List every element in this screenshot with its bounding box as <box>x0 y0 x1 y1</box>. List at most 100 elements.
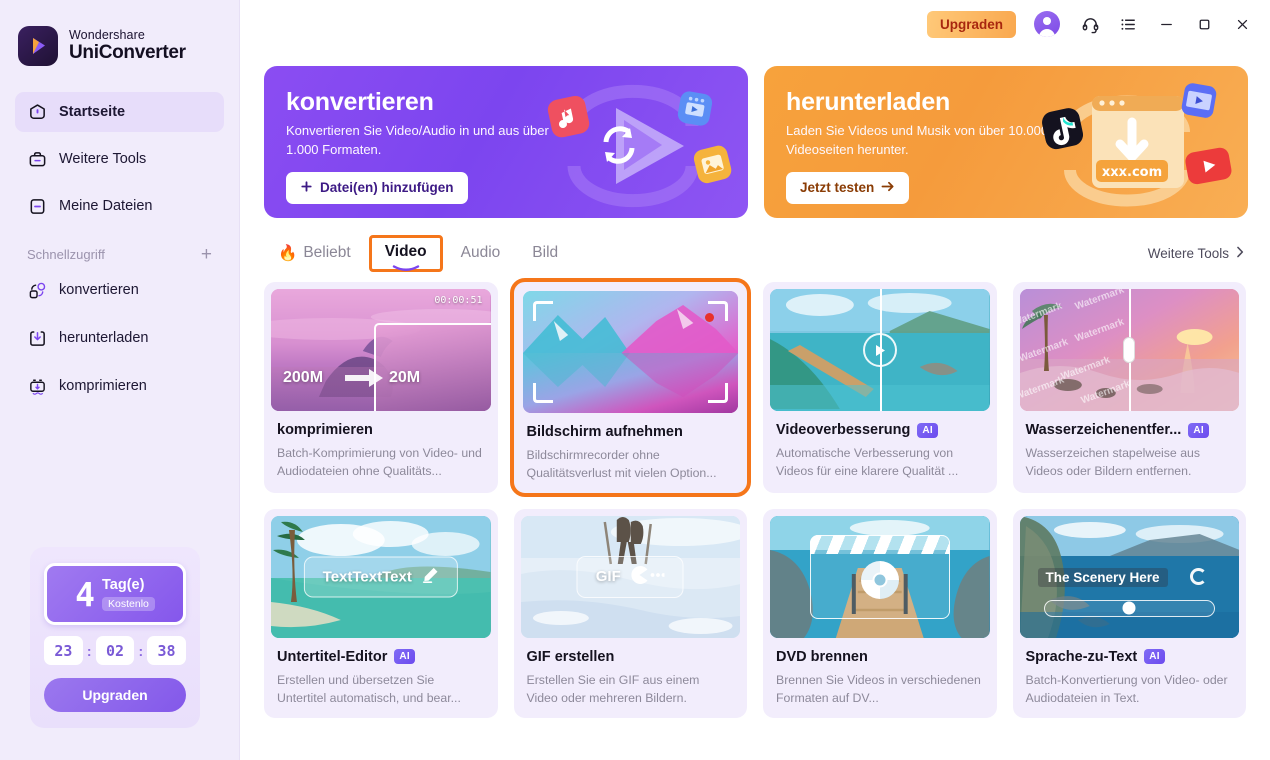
card-description: Batch-Konvertierung von Video- oder Audi… <box>1025 672 1228 706</box>
trial-countdown: 23 : 02 : 38 <box>44 636 187 665</box>
main-content: Upgraden konvertieren Konvertieren Sie V… <box>240 0 1270 760</box>
quick-item-herunterladen[interactable]: herunterladen <box>15 318 224 358</box>
card-description: Brennen Sie Videos in verschiedenen Form… <box>776 672 981 706</box>
card-thumbnail: GIF <box>520 515 740 638</box>
banner-illustration: xxx.com <box>1034 74 1234 214</box>
tool-card-sprache-zu-text[interactable]: The Scenery Here Sprache-zu-Text AI Batc… <box>1012 508 1246 718</box>
card-thumbnail: TextTextText <box>271 515 491 638</box>
add-files-button[interactable]: Datei(en) hinzufügen <box>286 171 468 204</box>
trial-free-badge: Kostenlo <box>102 597 155 611</box>
record-dot-icon <box>705 313 714 322</box>
quick-item-label: komprimieren <box>59 378 147 394</box>
record-corner-bl <box>532 383 553 403</box>
tool-card-bildschirm-aufnehmen[interactable]: Bildschirm aufnehmen Bildschirmrecorder … <box>509 278 751 497</box>
sidebar-item-label: Startseite <box>59 104 126 120</box>
banner-herunterladen[interactable]: herunterladen Laden Sie Videos und Musik… <box>764 66 1248 218</box>
more-tools-label: Weitere Tools <box>1147 245 1229 261</box>
arrow-right-icon <box>881 180 895 196</box>
tab-video[interactable]: Video <box>368 234 443 272</box>
trial-days-number: 4 <box>75 574 95 614</box>
card-title-label: Bildschirm aufnehmen <box>526 424 683 440</box>
titlebar: Upgraden <box>240 0 1270 48</box>
banner-desc: Laden Sie Videos und Musik von über 10.0… <box>786 123 1049 157</box>
progress-slider[interactable] <box>1043 599 1215 617</box>
sidebar-item-startseite[interactable]: Startseite <box>15 92 224 132</box>
card-description: Erstellen und übersetzen Sie Untertitel … <box>277 672 461 706</box>
sidebar-upgrade-button[interactable]: Upgraden <box>44 678 186 712</box>
tool-card-untertitel-editor[interactable]: TextTextText Untertitel-Editor AI Erstel… <box>264 508 498 718</box>
close-icon[interactable] <box>1226 8 1258 40</box>
sidebar-item-weitere-tools[interactable]: Weitere Tools <box>15 139 224 179</box>
sidebar-item-label: Meine Dateien <box>59 198 153 214</box>
maximize-icon[interactable] <box>1188 8 1220 40</box>
play-logo-icon <box>18 26 58 66</box>
promo-banners: konvertieren Konvertieren Sie Video/Audi… <box>240 48 1270 218</box>
minimize-icon[interactable] <box>1150 8 1182 40</box>
tool-card-wasserzeichenentferner[interactable]: Watermark Watermark Watermark Watermark … <box>1012 282 1246 493</box>
try-now-label: Jetzt testen <box>800 180 875 196</box>
thumb-size-to: 20M <box>389 369 421 386</box>
category-tabs: 🔥 Beliebt Video Audio Bild <box>264 234 572 272</box>
card-description: Batch-Komprimierung von Video- und Audio… <box>277 446 482 479</box>
try-now-button[interactable]: Jetzt testen <box>786 171 910 204</box>
card-title-label: DVD brennen <box>776 648 868 665</box>
more-tools-link[interactable]: Weitere Tools <box>1148 246 1244 261</box>
quick-access-header: Schnellzugriff + <box>0 233 239 270</box>
slider-knob[interactable] <box>1122 601 1136 615</box>
comparison-handle[interactable] <box>1123 337 1136 363</box>
tools-grid: 00:00:51 200M 20M komprimieren Batch-Kom… <box>240 274 1270 718</box>
plus-icon[interactable]: + <box>201 245 212 264</box>
sidebar-nav: Startseite Weitere Tools Meine Dateien <box>0 92 239 226</box>
card-title-label: GIF erstellen <box>526 648 615 665</box>
quick-access-list: konvertieren herunterladen komprimieren <box>0 270 239 406</box>
subtitle-overlay: TextTextText <box>303 556 458 598</box>
app-window: Wondershare UniConverter Startseite Weit… <box>0 0 1270 760</box>
card-description: Wasserzeichen stapelweise aus Videos ode… <box>1025 446 1201 479</box>
tool-card-videoverbesserung[interactable]: Videoverbesserung AI Automatische Verbes… <box>763 282 997 493</box>
tool-card-komprimieren[interactable]: 00:00:51 200M 20M komprimieren Batch-Kom… <box>264 282 498 493</box>
gif-overlay: GIF <box>576 555 684 598</box>
card-title-label: komprimieren <box>277 422 373 438</box>
record-corner-br <box>708 383 728 403</box>
files-icon <box>27 196 47 216</box>
sidebar-item-meine-dateien[interactable]: Meine Dateien <box>15 186 224 226</box>
tool-card-dvd-brennen[interactable]: DVD brennen Brennen Sie Videos in versch… <box>763 508 997 718</box>
brand-bottom-text: UniConverter <box>69 41 186 63</box>
quick-item-label: herunterladen <box>59 330 149 346</box>
clapperboard-icon <box>809 534 950 619</box>
home-icon <box>27 102 47 122</box>
loading-spinner-icon <box>1189 567 1207 585</box>
quick-item-label: konvertieren <box>59 282 139 298</box>
ai-badge: AI <box>394 649 415 665</box>
ai-badge: AI <box>1144 649 1165 665</box>
banner-konvertieren[interactable]: konvertieren Konvertieren Sie Video/Audi… <box>264 66 748 218</box>
card-description: Automatische Verbesserung von Videos für… <box>776 446 959 479</box>
trial-panel: 4 Tag(e) Kostenlo 23 : 02 : 38 Upgraden <box>30 547 200 728</box>
record-corner-tl <box>532 301 553 321</box>
tool-card-gif-erstellen[interactable]: GIF GIF erstellen Erstellen Sie ein GIF … <box>513 508 747 718</box>
card-thumbnail: Watermark Watermark Watermark Watermark … <box>1019 289 1239 411</box>
card-title-label: Sprache-zu-Text <box>1025 648 1138 665</box>
disc-icon <box>860 561 899 600</box>
card-title-label: Untertitel-Editor <box>277 648 388 665</box>
tab-bild[interactable]: Bild <box>518 237 572 269</box>
tab-audio[interactable]: Audio <box>447 237 515 269</box>
avatar-icon[interactable] <box>1034 11 1060 37</box>
countdown-minutes: 02 <box>95 636 135 665</box>
tab-beliebt[interactable]: 🔥 Beliebt <box>264 237 365 270</box>
quick-item-komprimieren[interactable]: komprimieren <box>15 366 224 406</box>
menu-list-icon[interactable] <box>1112 8 1144 40</box>
card-description: Erstellen Sie ein GIF aus einem Video od… <box>526 672 700 706</box>
sidebar: Wondershare UniConverter Startseite Weit… <box>0 0 240 760</box>
countdown-seconds: 38 <box>147 636 187 665</box>
toolbox-icon <box>27 149 47 169</box>
quick-item-konvertieren[interactable]: konvertieren <box>15 270 224 310</box>
headset-icon[interactable] <box>1074 8 1106 40</box>
trial-days-box: 4 Tag(e) Kostenlo <box>44 563 186 625</box>
fire-icon: 🔥 <box>278 244 298 262</box>
card-thumbnail <box>770 515 990 638</box>
tab-label: Bild <box>532 244 559 261</box>
svg-text:xxx.com: xxx.com <box>1102 165 1162 180</box>
upgrade-button[interactable]: Upgraden <box>926 10 1016 38</box>
banner-illustration <box>534 74 734 214</box>
